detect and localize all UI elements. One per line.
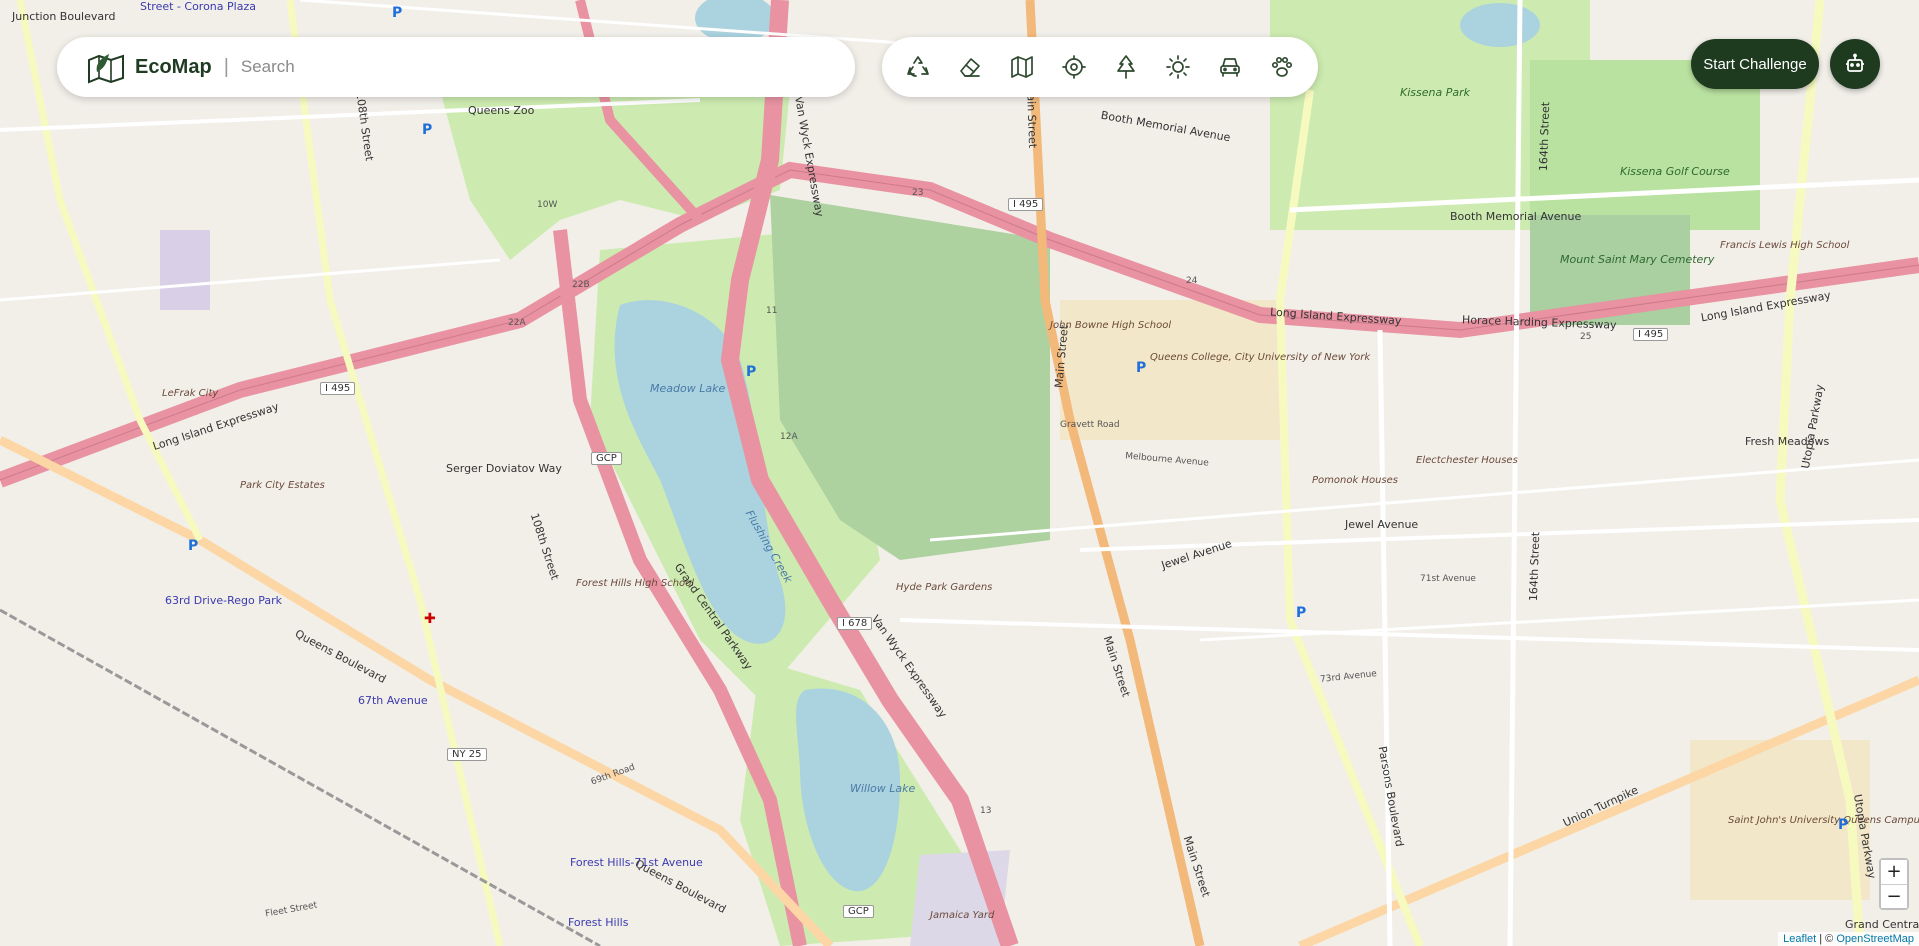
brand-name: EcoMap — [135, 55, 212, 78]
parking-icon: P — [1838, 817, 1849, 833]
eraser-icon — [960, 58, 980, 77]
recycling-tool-button[interactable] — [898, 47, 938, 87]
tree-tool-button[interactable] — [1106, 47, 1146, 87]
map-base — [0, 0, 1919, 946]
shield-ny25: NY 25 — [447, 748, 487, 761]
paw-icon — [1271, 56, 1293, 77]
zoom-control: + − — [1879, 858, 1909, 910]
zoom-out-button[interactable]: − — [1881, 884, 1907, 908]
map-tool-button[interactable] — [1002, 47, 1042, 87]
lirr-line — [0, 608, 601, 946]
zoom-in-button[interactable]: + — [1881, 860, 1907, 884]
tree-icon — [1117, 55, 1135, 79]
hospital-icon: ✚ — [424, 611, 436, 627]
ecomap-logo-icon — [88, 54, 124, 84]
copyright-symbol: © — [1825, 933, 1834, 945]
parking-icon: P — [422, 122, 433, 138]
leaflet-link[interactable]: Leaflet — [1783, 933, 1816, 945]
car-tool-button[interactable] — [1210, 47, 1250, 87]
robot-button[interactable] — [1830, 39, 1880, 89]
shield-i495-a: I 495 — [320, 382, 356, 395]
shield-i678: I 678 — [837, 617, 873, 630]
target-tool-button[interactable] — [1054, 47, 1094, 87]
map-icon — [1011, 56, 1033, 78]
paw-tool-button[interactable] — [1262, 47, 1302, 87]
openstreetmap-link[interactable]: OpenStreetMap — [1836, 933, 1914, 945]
parking-icon: P — [188, 538, 199, 554]
map-attribution: Leaflet | © OpenStreetMap — [1778, 932, 1919, 946]
map-canvas[interactable]: Junction Boulevard Street - Corona Plaza… — [0, 0, 1919, 946]
shield-gcp-a: GCP — [591, 452, 622, 465]
college-area — [1060, 300, 1280, 440]
search-input[interactable] — [240, 57, 801, 77]
recycling-icon — [907, 56, 929, 77]
flushing-meadows-park — [440, 90, 790, 260]
target-icon — [1062, 55, 1086, 79]
shield-i495-c: I 495 — [1633, 328, 1669, 341]
start-challenge-button[interactable]: Start Challenge — [1691, 39, 1819, 89]
parking-icon: P — [392, 5, 403, 21]
shield-gcp-b: GCP — [843, 905, 874, 918]
toolbar — [882, 37, 1318, 97]
shield-i495-b: I 495 — [1008, 198, 1044, 211]
sun-tool-button[interactable] — [1158, 47, 1198, 87]
brand-separator: | — [223, 55, 229, 78]
main-street — [1025, 0, 1205, 946]
search-bar: EcoMap | — [57, 37, 855, 97]
car-icon — [1220, 58, 1240, 77]
parking-icon: P — [1136, 360, 1147, 376]
parking-icon: P — [1296, 605, 1307, 621]
parking-icon: P — [746, 364, 757, 380]
eraser-tool-button[interactable] — [950, 47, 990, 87]
robot-icon — [1846, 53, 1864, 72]
attribution-separator: | — [1819, 933, 1823, 945]
sun-icon — [1166, 55, 1190, 79]
